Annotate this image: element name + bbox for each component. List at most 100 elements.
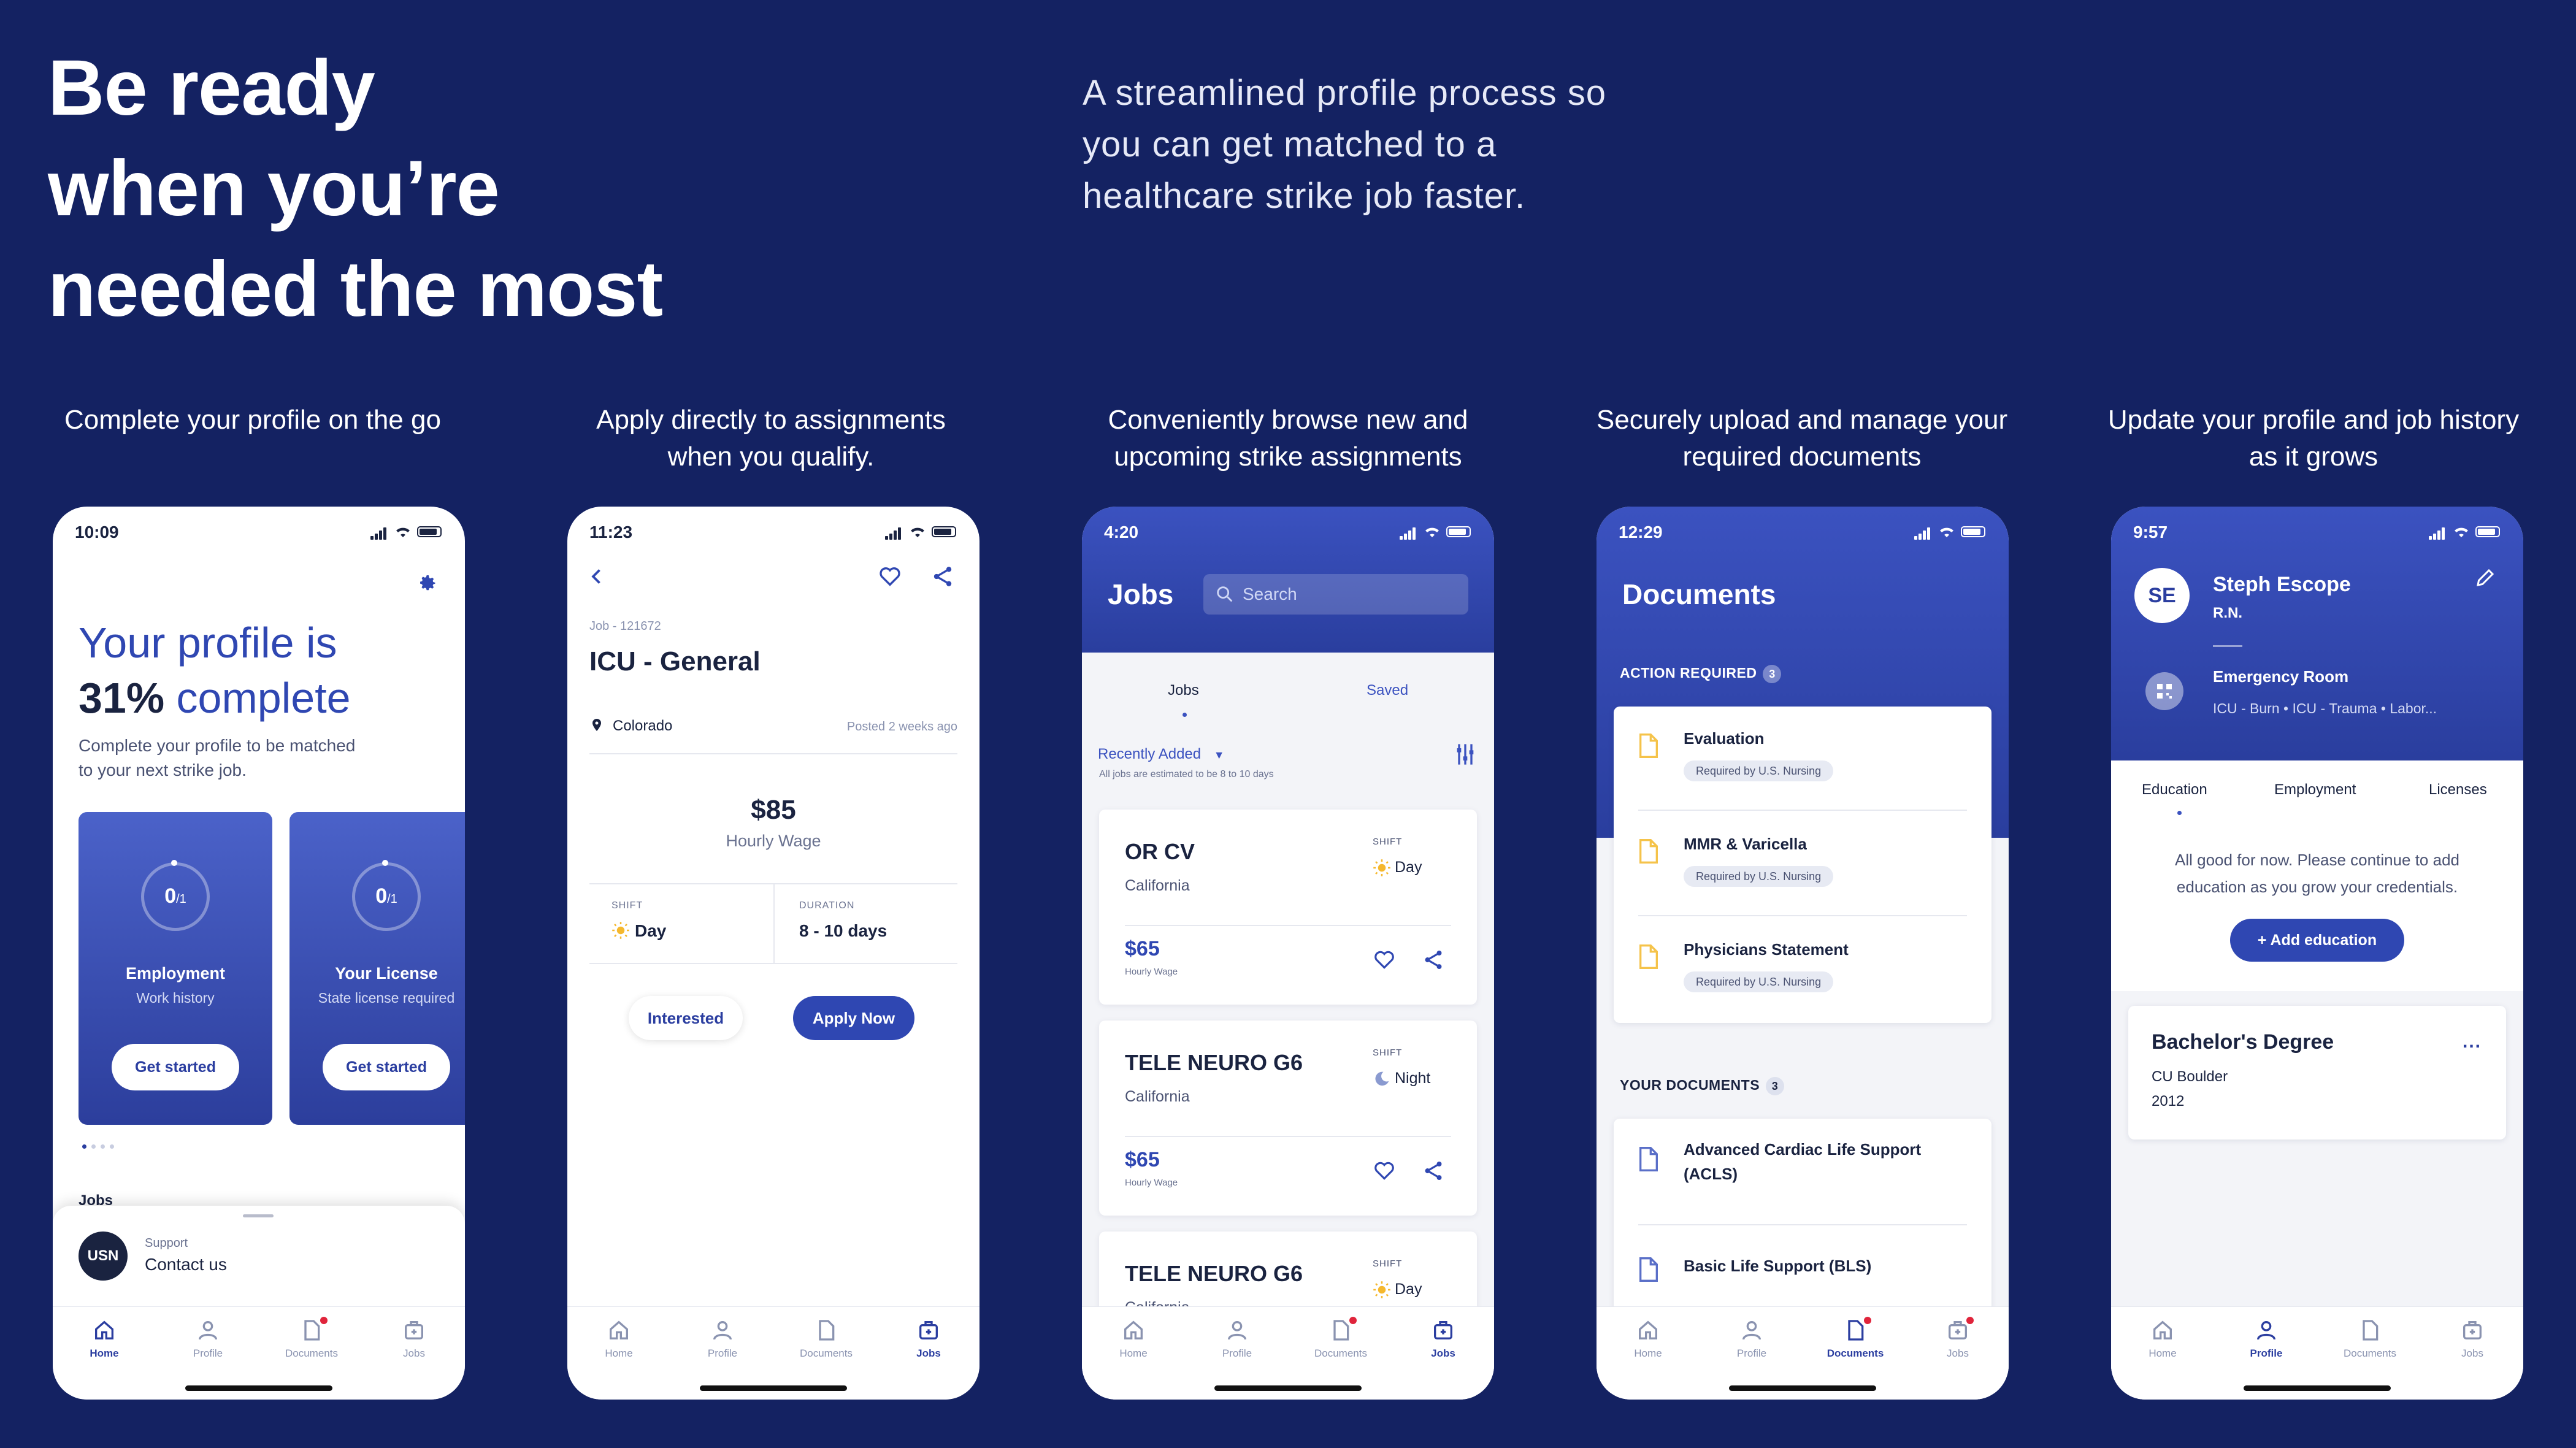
contact-us-link[interactable]: Contact us [145,1255,227,1274]
briefcase-icon [919,1321,938,1339]
person-icon [2257,1321,2275,1340]
headline-line: needed the most [48,245,663,333]
education-card[interactable]: Bachelor's Degree CU Boulder 2012 ... [2128,1006,2506,1140]
employment-card[interactable]: 0/1 Employment Work history Get started [79,812,272,1125]
tab-home[interactable]: Home [2120,1318,2206,1360]
wifi-icon [911,527,924,537]
phone-jobs-list-screen: 4:20 Jobs Search Jobs Saved Recently Add… [1082,507,1494,1400]
tab-label: Documents [1314,1347,1367,1359]
tab-label: Jobs [1947,1347,1969,1359]
wifi-icon [2455,527,2468,537]
tab-label: Documents [2344,1347,2396,1359]
support-sheet[interactable]: USN Support Contact us [53,1206,465,1310]
battery-icon [2475,526,2500,537]
document-name: Evaluation [1684,729,1765,748]
hourly-wage-value: $85 [751,795,796,825]
tab-documents[interactable]: Documents [1812,1317,1898,1360]
phone-documents-screen: 12:29 Documents ACTION REQUIRED 3 Evaluat… [1597,507,2009,1400]
status-time: 10:09 [75,523,119,542]
tab-label: Home [1634,1347,1662,1359]
card-title: Employment [125,964,226,983]
system-icons [1400,525,1473,540]
carousel-dots[interactable] [82,1141,119,1152]
subtitle-line: Complete your profile to be matched [79,736,356,755]
pencil-icon[interactable] [2474,567,2496,589]
add-education-button[interactable]: + Add education [2230,919,2404,962]
count-total: /1 [387,892,397,906]
back-chevron-icon[interactable] [586,565,608,588]
home-indicator [700,1385,847,1391]
share-icon[interactable] [1422,948,1445,971]
tab-bar: Home Profile Documents Jobs [1082,1306,1494,1400]
tagline-line: you can get matched to a [1083,124,1497,164]
tab-profile[interactable]: Profile [165,1318,251,1360]
segment-jobs[interactable]: Jobs [1168,682,1199,699]
tab-bar: Home Profile Documents Jobs [53,1306,465,1400]
tab-label: Profile [1736,1347,1767,1359]
heart-icon[interactable] [1373,1159,1396,1182]
interested-button[interactable]: Interested [629,996,743,1040]
tab-label: Documents [285,1347,338,1359]
shift-value: Day [1373,1281,1422,1299]
tab-jobs[interactable]: Jobs [2429,1318,2515,1360]
status-time: 11:23 [589,523,633,542]
tab-documents[interactable]: Documents [1298,1317,1384,1360]
job-title: ICU - General [589,646,761,676]
tab-education[interactable]: Education [2142,781,2207,799]
gear-icon[interactable] [416,572,438,594]
person-icon [1228,1321,1246,1340]
tab-documents[interactable]: Documents [783,1318,869,1360]
job-card[interactable]: OR CV California SHIFT Day $65 Hourly Wa… [1099,810,1477,1005]
sun-icon [1373,1281,1390,1299]
tab-licenses[interactable]: Licenses [2429,781,2487,799]
divider [589,753,957,754]
person-icon [199,1321,217,1340]
tab-profile[interactable]: Profile [1709,1318,1795,1360]
heart-icon[interactable] [878,564,902,589]
segment-saved[interactable]: Saved [1367,682,1408,699]
get-started-button[interactable]: Get started [112,1044,239,1090]
sheet-handle[interactable] [243,1214,274,1217]
tab-profile[interactable]: Profile [2223,1318,2309,1360]
more-options-icon[interactable]: ... [2463,1032,2482,1052]
get-started-button[interactable]: Get started [323,1044,450,1090]
apply-now-button[interactable]: Apply Now [793,996,914,1040]
school-name: CU Boulder [2152,1068,2228,1085]
tab-jobs[interactable]: Jobs [1915,1317,2001,1360]
tab-home[interactable]: Home [61,1318,147,1360]
caption-documents: Securely upload and manage your required… [1569,402,2035,475]
heart-icon[interactable] [1373,948,1396,971]
search-placeholder: Search [1243,584,1297,603]
system-icons [370,525,444,540]
tab-home[interactable]: Home [1091,1318,1176,1360]
tab-home[interactable]: Home [576,1318,662,1360]
job-card-location: California [1125,877,1190,894]
tab-jobs[interactable]: Jobs [1400,1318,1486,1360]
tab-employment[interactable]: Employment [2274,781,2356,799]
tab-profile[interactable]: Profile [1194,1318,1280,1360]
tab-documents[interactable]: Documents [2327,1318,2413,1360]
progress-count: 0/1 [79,884,272,908]
tab-label: Jobs [1431,1347,1455,1359]
phone-user-profile-screen: 9:57 SE Steph Escope R.N. Emergency Room… [2111,507,2523,1400]
page-title: Jobs [1108,578,1174,610]
license-card[interactable]: 0/1 Your License State license required … [289,812,465,1125]
sort-dropdown[interactable]: Recently Added ▼ [1098,746,1225,763]
tab-jobs[interactable]: Jobs [886,1318,972,1360]
share-icon[interactable] [1422,1159,1445,1182]
tab-profile[interactable]: Profile [680,1318,765,1360]
tab-home[interactable]: Home [1605,1318,1691,1360]
caption-line: Conveniently browse new and [1108,405,1468,435]
qr-code-icon [2145,672,2183,710]
tab-documents[interactable]: Documents [269,1317,355,1360]
share-icon[interactable] [930,564,955,589]
moon-icon [1375,1071,1389,1086]
search-input[interactable]: Search [1203,574,1468,615]
tab-label: Profile [707,1347,738,1359]
tab-bar: Home Profile Documents Jobs [1597,1306,2009,1400]
filter-icon[interactable] [1455,742,1476,767]
job-card[interactable]: TELE NEURO G6 California SHIFT Night $65… [1099,1021,1477,1216]
action-required-heading: ACTION REQUIRED 3 [1620,665,1782,683]
tab-jobs[interactable]: Jobs [371,1318,457,1360]
progress-count: 0/1 [289,884,465,908]
